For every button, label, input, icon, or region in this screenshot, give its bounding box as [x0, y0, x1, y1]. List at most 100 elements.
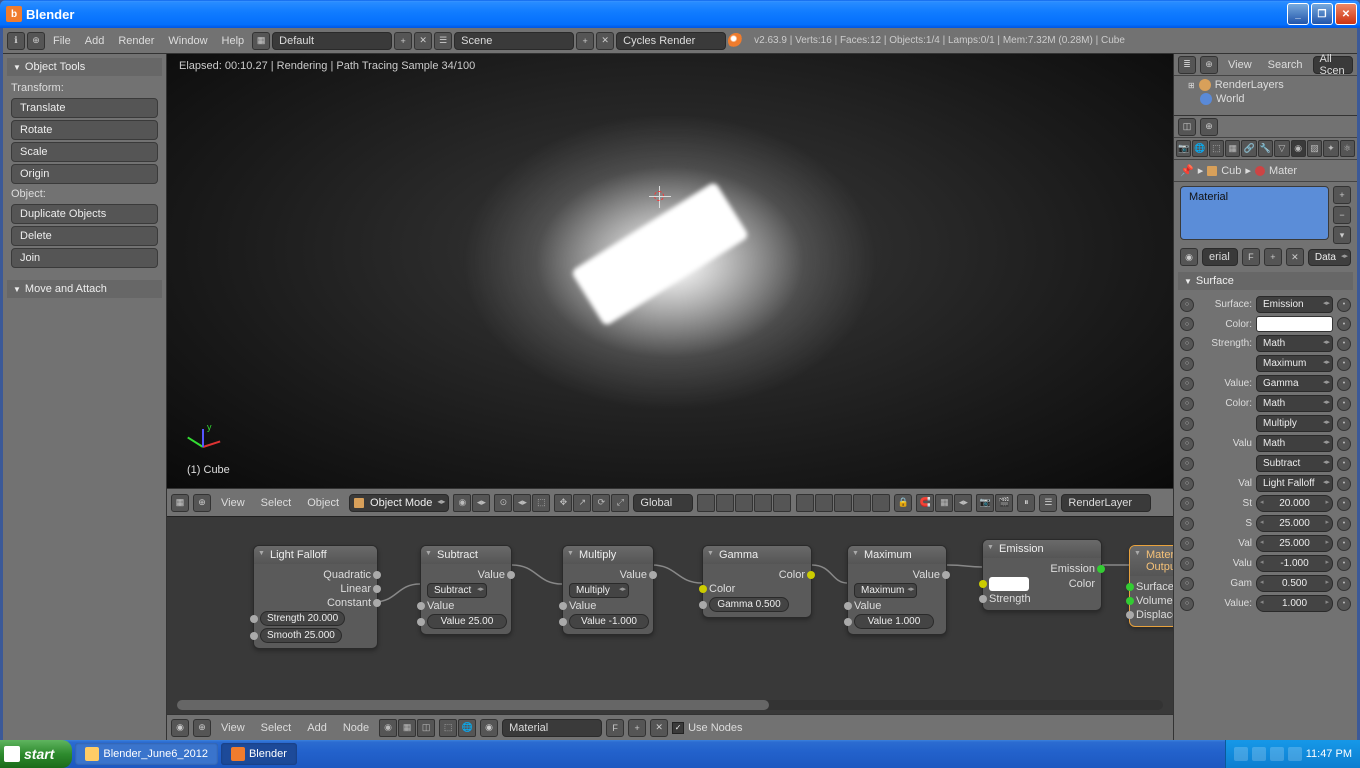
close-button[interactable]: ✕	[1335, 3, 1357, 25]
outliner-type-icon[interactable]: ≣	[1178, 56, 1196, 74]
render-opengl-icon[interactable]: 📷	[976, 494, 994, 512]
outliner-item[interactable]: ⊞RenderLayers	[1178, 78, 1353, 92]
join-button[interactable]: Join	[11, 248, 158, 268]
outliner-view[interactable]: View	[1222, 57, 1258, 73]
ne-menu-add[interactable]: Add	[301, 720, 333, 736]
layer-btn[interactable]	[773, 494, 791, 512]
smooth-field[interactable]: Smooth 25.000	[260, 628, 342, 643]
input-link-icon[interactable]: •	[1337, 577, 1351, 591]
node-link-icon[interactable]: ○	[1180, 597, 1194, 611]
menu-add[interactable]: Add	[79, 33, 111, 49]
layout-add-icon[interactable]: +	[394, 32, 412, 50]
tab-constraints[interactable]: 🔗	[1241, 140, 1256, 157]
input-link-icon[interactable]: •	[1337, 397, 1351, 411]
node-emission[interactable]: Emission Emission Color Strength	[982, 539, 1102, 611]
input-link-icon[interactable]: •	[1337, 437, 1351, 451]
color-swatch[interactable]	[989, 577, 1029, 591]
tray-icon[interactable]	[1234, 747, 1248, 761]
node-link-icon[interactable]: ○	[1180, 577, 1194, 591]
manip-scale-icon[interactable]: ⤢	[611, 494, 629, 512]
render-engine-field[interactable]: Cycles Render	[616, 32, 726, 50]
surface-header[interactable]: Surface	[1178, 272, 1353, 290]
vp-menu-object[interactable]: Object	[301, 495, 345, 511]
layer-btn[interactable]	[834, 494, 852, 512]
ne-menu-select[interactable]: Select	[255, 720, 298, 736]
property-number[interactable]: 25.000	[1256, 535, 1333, 552]
node-title[interactable]: Multiply	[563, 546, 653, 564]
material-browse-icon[interactable]: ◉	[480, 719, 498, 737]
scene-add-icon[interactable]: +	[576, 32, 594, 50]
node-multiply[interactable]: Multiply Value Multiply Value Value -1.0…	[562, 545, 654, 635]
tab-texture[interactable]: ▨	[1307, 140, 1322, 157]
node-link-icon[interactable]: ○	[1180, 457, 1194, 471]
property-dropdown[interactable]: Subtract	[1256, 455, 1333, 472]
shader-type-icon[interactable]: ◉	[379, 719, 397, 737]
tab-data[interactable]: ▽	[1274, 140, 1289, 157]
input-link-icon[interactable]: •	[1337, 557, 1351, 571]
object-tools-header[interactable]: Object Tools	[7, 58, 162, 76]
node-subtract[interactable]: Subtract Value Subtract Value Value 25.0…	[420, 545, 512, 635]
property-dropdown[interactable]: Maximum	[1256, 355, 1333, 372]
strength-field[interactable]: Strength 20.000	[260, 611, 345, 626]
taskbar-item[interactable]: Blender	[221, 743, 297, 765]
renderlayer-browse-icon[interactable]: ☰	[1039, 494, 1057, 512]
node-maximum[interactable]: Maximum Value Maximum Value Value 1.000	[847, 545, 947, 635]
input-link-icon[interactable]: •	[1337, 417, 1351, 431]
node-light-falloff[interactable]: Light Falloff Quadratic Linear Constant …	[253, 545, 378, 649]
property-dropdown[interactable]: Math	[1256, 335, 1333, 352]
node-gamma[interactable]: Gamma Color Color Gamma 0.500	[702, 545, 812, 618]
node-link-icon[interactable]: ○	[1180, 298, 1194, 312]
value-field[interactable]: Value 1.000	[854, 614, 934, 629]
value-field[interactable]: Value -1.000	[569, 614, 649, 629]
property-dropdown[interactable]: Gamma	[1256, 375, 1333, 392]
viewport-collapse-icon[interactable]: ⊕	[193, 494, 211, 512]
scene-field[interactable]: Scene	[454, 32, 574, 50]
node-link-icon[interactable]: ○	[1180, 317, 1194, 331]
menu-file[interactable]: File	[47, 33, 77, 49]
op-dropdown[interactable]: Multiply	[569, 583, 629, 598]
minimize-button[interactable]: _	[1287, 3, 1309, 25]
op-dropdown[interactable]: Subtract	[427, 583, 487, 598]
outliner-search[interactable]: Search	[1262, 57, 1309, 73]
snap-type-icon[interactable]: ▦	[935, 494, 953, 512]
duplicate-button[interactable]: Duplicate Objects	[11, 204, 158, 224]
node-editor-type-icon[interactable]: ◉	[171, 719, 189, 737]
input-link-icon[interactable]: •	[1337, 537, 1351, 551]
input-link-icon[interactable]: •	[1337, 377, 1351, 391]
tab-world[interactable]: ⬚	[1209, 140, 1224, 157]
mat-fake-user[interactable]: F	[1242, 248, 1260, 266]
shading-icon[interactable]: ◉	[453, 494, 471, 512]
pause-render-icon[interactable]: ⏸	[1017, 494, 1035, 512]
node-title[interactable]: Light Falloff	[254, 546, 377, 564]
compositor-type-icon[interactable]: ▦	[398, 719, 416, 737]
node-link-icon[interactable]: ○	[1180, 497, 1194, 511]
property-dropdown[interactable]: Light Falloff	[1256, 475, 1333, 492]
scene-browse-icon[interactable]: ☰	[434, 32, 452, 50]
scene-del-icon[interactable]: ✕	[596, 32, 614, 50]
op-dropdown[interactable]: Maximum	[854, 583, 917, 598]
input-link-icon[interactable]: •	[1337, 357, 1351, 371]
tab-physics[interactable]: ⚛	[1340, 140, 1355, 157]
node-link-icon[interactable]: ○	[1180, 417, 1194, 431]
property-dropdown[interactable]: Math	[1256, 435, 1333, 452]
tray-icon[interactable]	[1270, 747, 1284, 761]
input-link-icon[interactable]: •	[1337, 597, 1351, 611]
fake-user-icon[interactable]: F	[606, 719, 624, 737]
property-dropdown[interactable]: Multiply	[1256, 415, 1333, 432]
pivot-dd-icon[interactable]: ◂▸	[513, 494, 531, 512]
taskbar-item[interactable]: Blender_June6_2012	[75, 743, 218, 765]
tray-icon[interactable]	[1252, 747, 1266, 761]
node-link-icon[interactable]: ○	[1180, 517, 1194, 531]
node-link-icon[interactable]: ○	[1180, 377, 1194, 391]
mat-del-icon[interactable]: ✕	[650, 719, 668, 737]
tab-render[interactable]: 📷	[1176, 140, 1191, 157]
layer-btn[interactable]	[754, 494, 772, 512]
layer-btn[interactable]	[735, 494, 753, 512]
render-anim-icon[interactable]: 🎬	[995, 494, 1013, 512]
property-number[interactable]: 0.500	[1256, 575, 1333, 592]
rotate-button[interactable]: Rotate	[11, 120, 158, 140]
input-link-icon[interactable]: •	[1337, 298, 1351, 312]
clock[interactable]: 11:47 PM	[1306, 748, 1352, 760]
pin-icon[interactable]: 📌	[1180, 164, 1194, 177]
ne-menu-node[interactable]: Node	[337, 720, 375, 736]
